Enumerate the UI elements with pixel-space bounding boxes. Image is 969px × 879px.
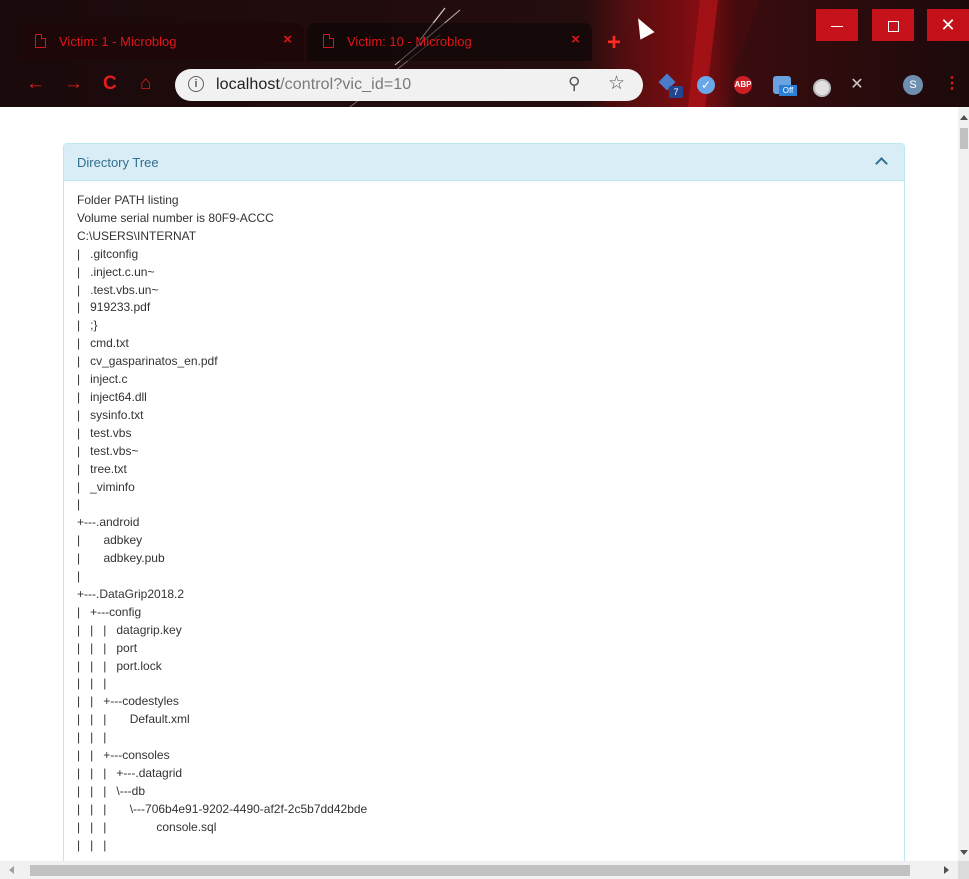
tree-line: | | | <box>77 837 107 852</box>
tree-line: | | | port.lock <box>77 658 162 673</box>
tree-line: | test.vbs <box>77 425 132 440</box>
tab-victim-10[interactable]: Victim: 10 - Microblog × <box>307 23 592 61</box>
minimize-button[interactable] <box>816 9 858 41</box>
tree-line: | cmd.txt <box>77 336 129 351</box>
scrollbar-corner <box>958 861 969 879</box>
tree-line: | .inject.c.un~ <box>77 264 155 279</box>
tree-line: | | | port <box>77 640 138 655</box>
panel-heading[interactable]: Directory Tree <box>64 144 904 181</box>
url-text[interactable]: localhost/control?vic_id=10 <box>216 76 411 94</box>
info-icon[interactable]: i <box>188 76 204 92</box>
tree-line: | inject.c <box>77 372 128 387</box>
document-icon <box>323 34 334 48</box>
tree-line: | | | <box>77 730 107 745</box>
extension-check-icon[interactable]: ✓ <box>697 76 715 94</box>
scroll-right-arrow-icon[interactable] <box>944 866 949 874</box>
tab-title: Victim: 10 - Microblog <box>347 34 472 49</box>
tree-line: | tree.txt <box>77 461 127 476</box>
close-window-button[interactable]: ✕ <box>927 9 969 41</box>
tree-line: Folder PATH listing <box>77 193 179 207</box>
tree-line: | inject64.dll <box>77 389 147 404</box>
chevron-up-icon[interactable] <box>874 153 890 169</box>
directory-tree-panel: Directory Tree Folder PATH listing Volume… <box>63 143 905 861</box>
tree-line: | <box>77 497 81 512</box>
tree-line: | .gitconfig <box>77 246 139 261</box>
tree-line: C:\USERS\INTERNAT <box>77 228 197 243</box>
tree-line: | test.vbs~ <box>77 443 139 458</box>
tree-line: | adbkey.pub <box>77 551 165 566</box>
address-bar[interactable]: i localhost/control?vic_id=10 ⚲ ☆ <box>175 69 643 101</box>
tree-line: +---.android <box>77 515 140 530</box>
tree-line: | | | \---db <box>77 783 146 798</box>
tree-line: | | | +---.datagrid <box>77 766 183 780</box>
panel-title: Directory Tree <box>77 155 159 170</box>
tab-title: Victim: 1 - Microblog <box>59 34 177 49</box>
browser-chrome: Victim: 1 - Microblog × Victim: 10 - Mic… <box>0 0 969 107</box>
forward-icon[interactable]: → <box>64 74 83 94</box>
url-host: localhost <box>216 76 281 93</box>
page-viewport: Directory Tree Folder PATH listing Volume… <box>0 107 958 861</box>
url-path: /control?vic_id=10 <box>280 76 412 93</box>
close-tab-icon[interactable]: × <box>571 31 580 48</box>
tree-line: | | +---codestyles <box>77 694 179 709</box>
tab-victim-1[interactable]: Victim: 1 - Microblog × <box>19 23 304 61</box>
document-icon <box>35 34 46 48</box>
tree-line: | <box>77 569 81 584</box>
tree-line: | sysinfo.txt <box>77 407 144 422</box>
browser-menu-icon[interactable]: ⋮ <box>944 74 960 94</box>
zoom-icon[interactable]: ⚲ <box>568 74 580 94</box>
scroll-thumb[interactable] <box>30 865 910 876</box>
adblock-icon[interactable]: ABP <box>734 76 752 94</box>
reload-icon[interactable]: C <box>103 74 117 94</box>
tree-line: | ;} <box>77 318 98 333</box>
tree-line: | cv_gasparinatos_en.pdf <box>77 354 218 369</box>
tree-line: | .test.vbs.un~ <box>77 282 159 297</box>
back-icon[interactable]: ← <box>26 74 45 94</box>
tree-line: | | | Default.xml <box>77 712 190 727</box>
tree-line: | 919233.pdf <box>77 300 151 315</box>
extension-puzzle-icon[interactable]: ✕ <box>848 76 866 94</box>
tree-line: | | | datagrip.key <box>77 622 182 637</box>
tree-line: | +---config <box>77 604 142 619</box>
home-icon[interactable]: ⌂ <box>140 74 151 94</box>
scroll-down-arrow-icon[interactable] <box>960 850 968 855</box>
extension-drop-icon[interactable]: 7 <box>658 73 683 98</box>
tree-line: | | | <box>77 676 107 691</box>
close-tab-icon[interactable]: × <box>283 31 292 48</box>
vertical-scrollbar[interactable] <box>958 107 969 861</box>
mouse-cursor-icon <box>631 14 655 40</box>
tree-line: | | | console.sql <box>77 819 217 834</box>
bookmark-star-icon[interactable]: ☆ <box>608 72 625 95</box>
scroll-up-arrow-icon[interactable] <box>960 115 968 120</box>
off-badge: Off <box>779 85 797 96</box>
tree-line: | adbkey <box>77 533 143 548</box>
maximize-button[interactable] <box>872 9 914 41</box>
tree-line: | | +---consoles <box>77 748 170 763</box>
scroll-thumb[interactable] <box>960 128 968 149</box>
new-tab-button[interactable]: + <box>600 30 628 56</box>
horizontal-scrollbar[interactable] <box>0 861 958 879</box>
extension-off-icon[interactable]: Off <box>773 76 797 96</box>
tree-line: +---.DataGrip2018.2 <box>77 586 185 601</box>
profile-avatar[interactable]: S <box>903 75 923 95</box>
tree-line: | _viminfo <box>77 479 135 494</box>
scroll-left-arrow-icon[interactable] <box>9 866 14 874</box>
tree-line: | | | \---706b4e91-9202-4490-af2f-2c5b7d… <box>77 801 368 816</box>
extension-badge: 7 <box>669 86 683 98</box>
extension-circle-icon[interactable] <box>813 79 831 97</box>
directory-listing: Folder PATH listing Volume serial number … <box>64 181 904 861</box>
tree-line: Volume serial number is 80F9-ACCC <box>77 210 274 225</box>
